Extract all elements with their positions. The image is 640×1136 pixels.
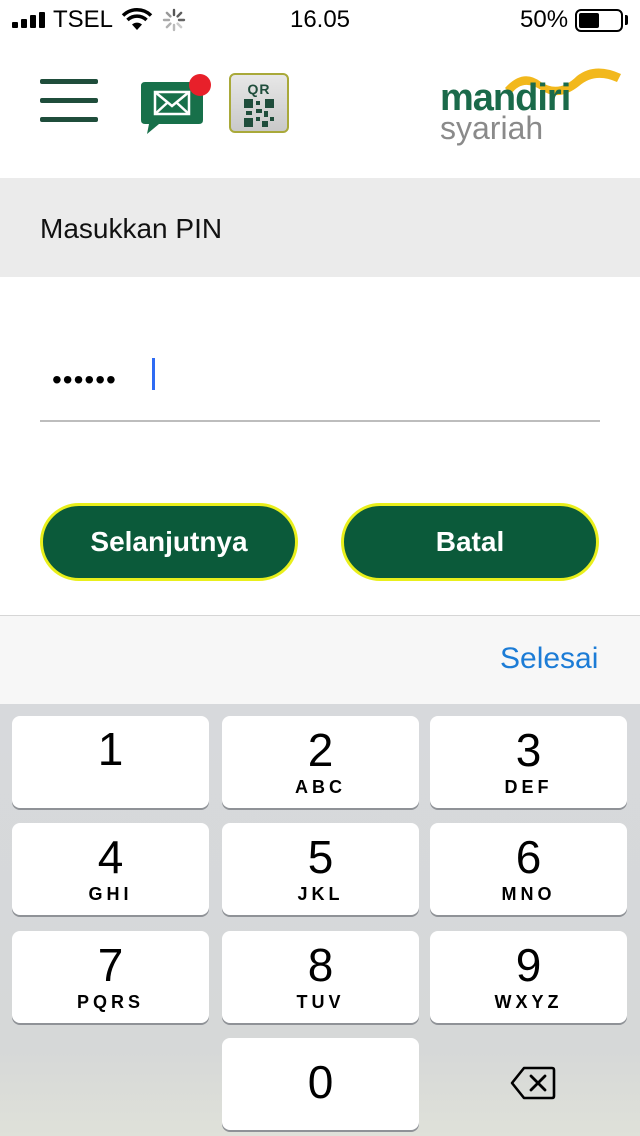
qr-label: QR [247,81,271,97]
input-underline [40,420,600,422]
key-number: 4 [97,831,124,883]
key-number: 1 [97,723,124,775]
key-2[interactable]: 2 ABC [222,716,419,808]
key-1[interactable]: 1 [12,716,209,808]
key-letters: ABC [295,777,346,797]
battery-tip [625,15,628,25]
done-button[interactable]: Selesai [500,642,598,676]
battery-level-fill [579,13,599,28]
key-8[interactable]: 8 TUV [222,931,419,1023]
key-number: 8 [307,939,334,991]
pin-input[interactable]: •••••• [40,350,600,420]
key-4[interactable]: 4 GHI [12,823,209,915]
key-6[interactable]: 6 MNO [430,823,627,915]
key-number: 5 [307,831,334,883]
key-5[interactable]: 5 JKL [222,823,419,915]
hamburger-menu-icon[interactable] [40,77,100,125]
next-button[interactable]: Selanjutnya [40,503,298,581]
page-title: Masukkan PIN [40,213,223,244]
key-number: 3 [515,724,542,776]
key-number: 9 [515,939,542,991]
cancel-button[interactable]: Batal [341,503,599,581]
key-9[interactable]: 9 WXYZ [430,931,627,1023]
key-letters: GHI [88,884,133,904]
backspace-icon [510,1066,556,1100]
key-number: 0 [307,1056,334,1108]
key-letters: JKL [297,884,344,904]
key-letters: TUV [296,992,345,1012]
key-letters: MNO [501,884,556,904]
mandiri-syariah-logo: mandiri syariah [438,60,623,152]
key-letters: DEF [504,777,553,797]
battery-percentage: 50% [520,6,569,33]
qr-code-graphic [244,99,274,127]
battery-icon [575,9,623,32]
key-number: 6 [515,831,542,883]
key-letters: PQRS [76,992,144,1012]
key-number: 2 [307,724,334,776]
logo-text-syariah: syariah [440,110,544,146]
key-7[interactable]: 7 PQRS [12,931,209,1023]
key-letters: WXYZ [494,992,563,1012]
text-cursor [152,358,155,390]
pin-masked-value: •••••• [52,364,117,395]
key-0[interactable]: 0 [222,1038,419,1130]
key-3[interactable]: 3 DEF [430,716,627,808]
delete-key[interactable] [430,1038,627,1130]
key-number: 7 [97,939,124,991]
notification-badge [189,74,211,96]
qr-scan-icon[interactable]: QR [229,73,289,133]
